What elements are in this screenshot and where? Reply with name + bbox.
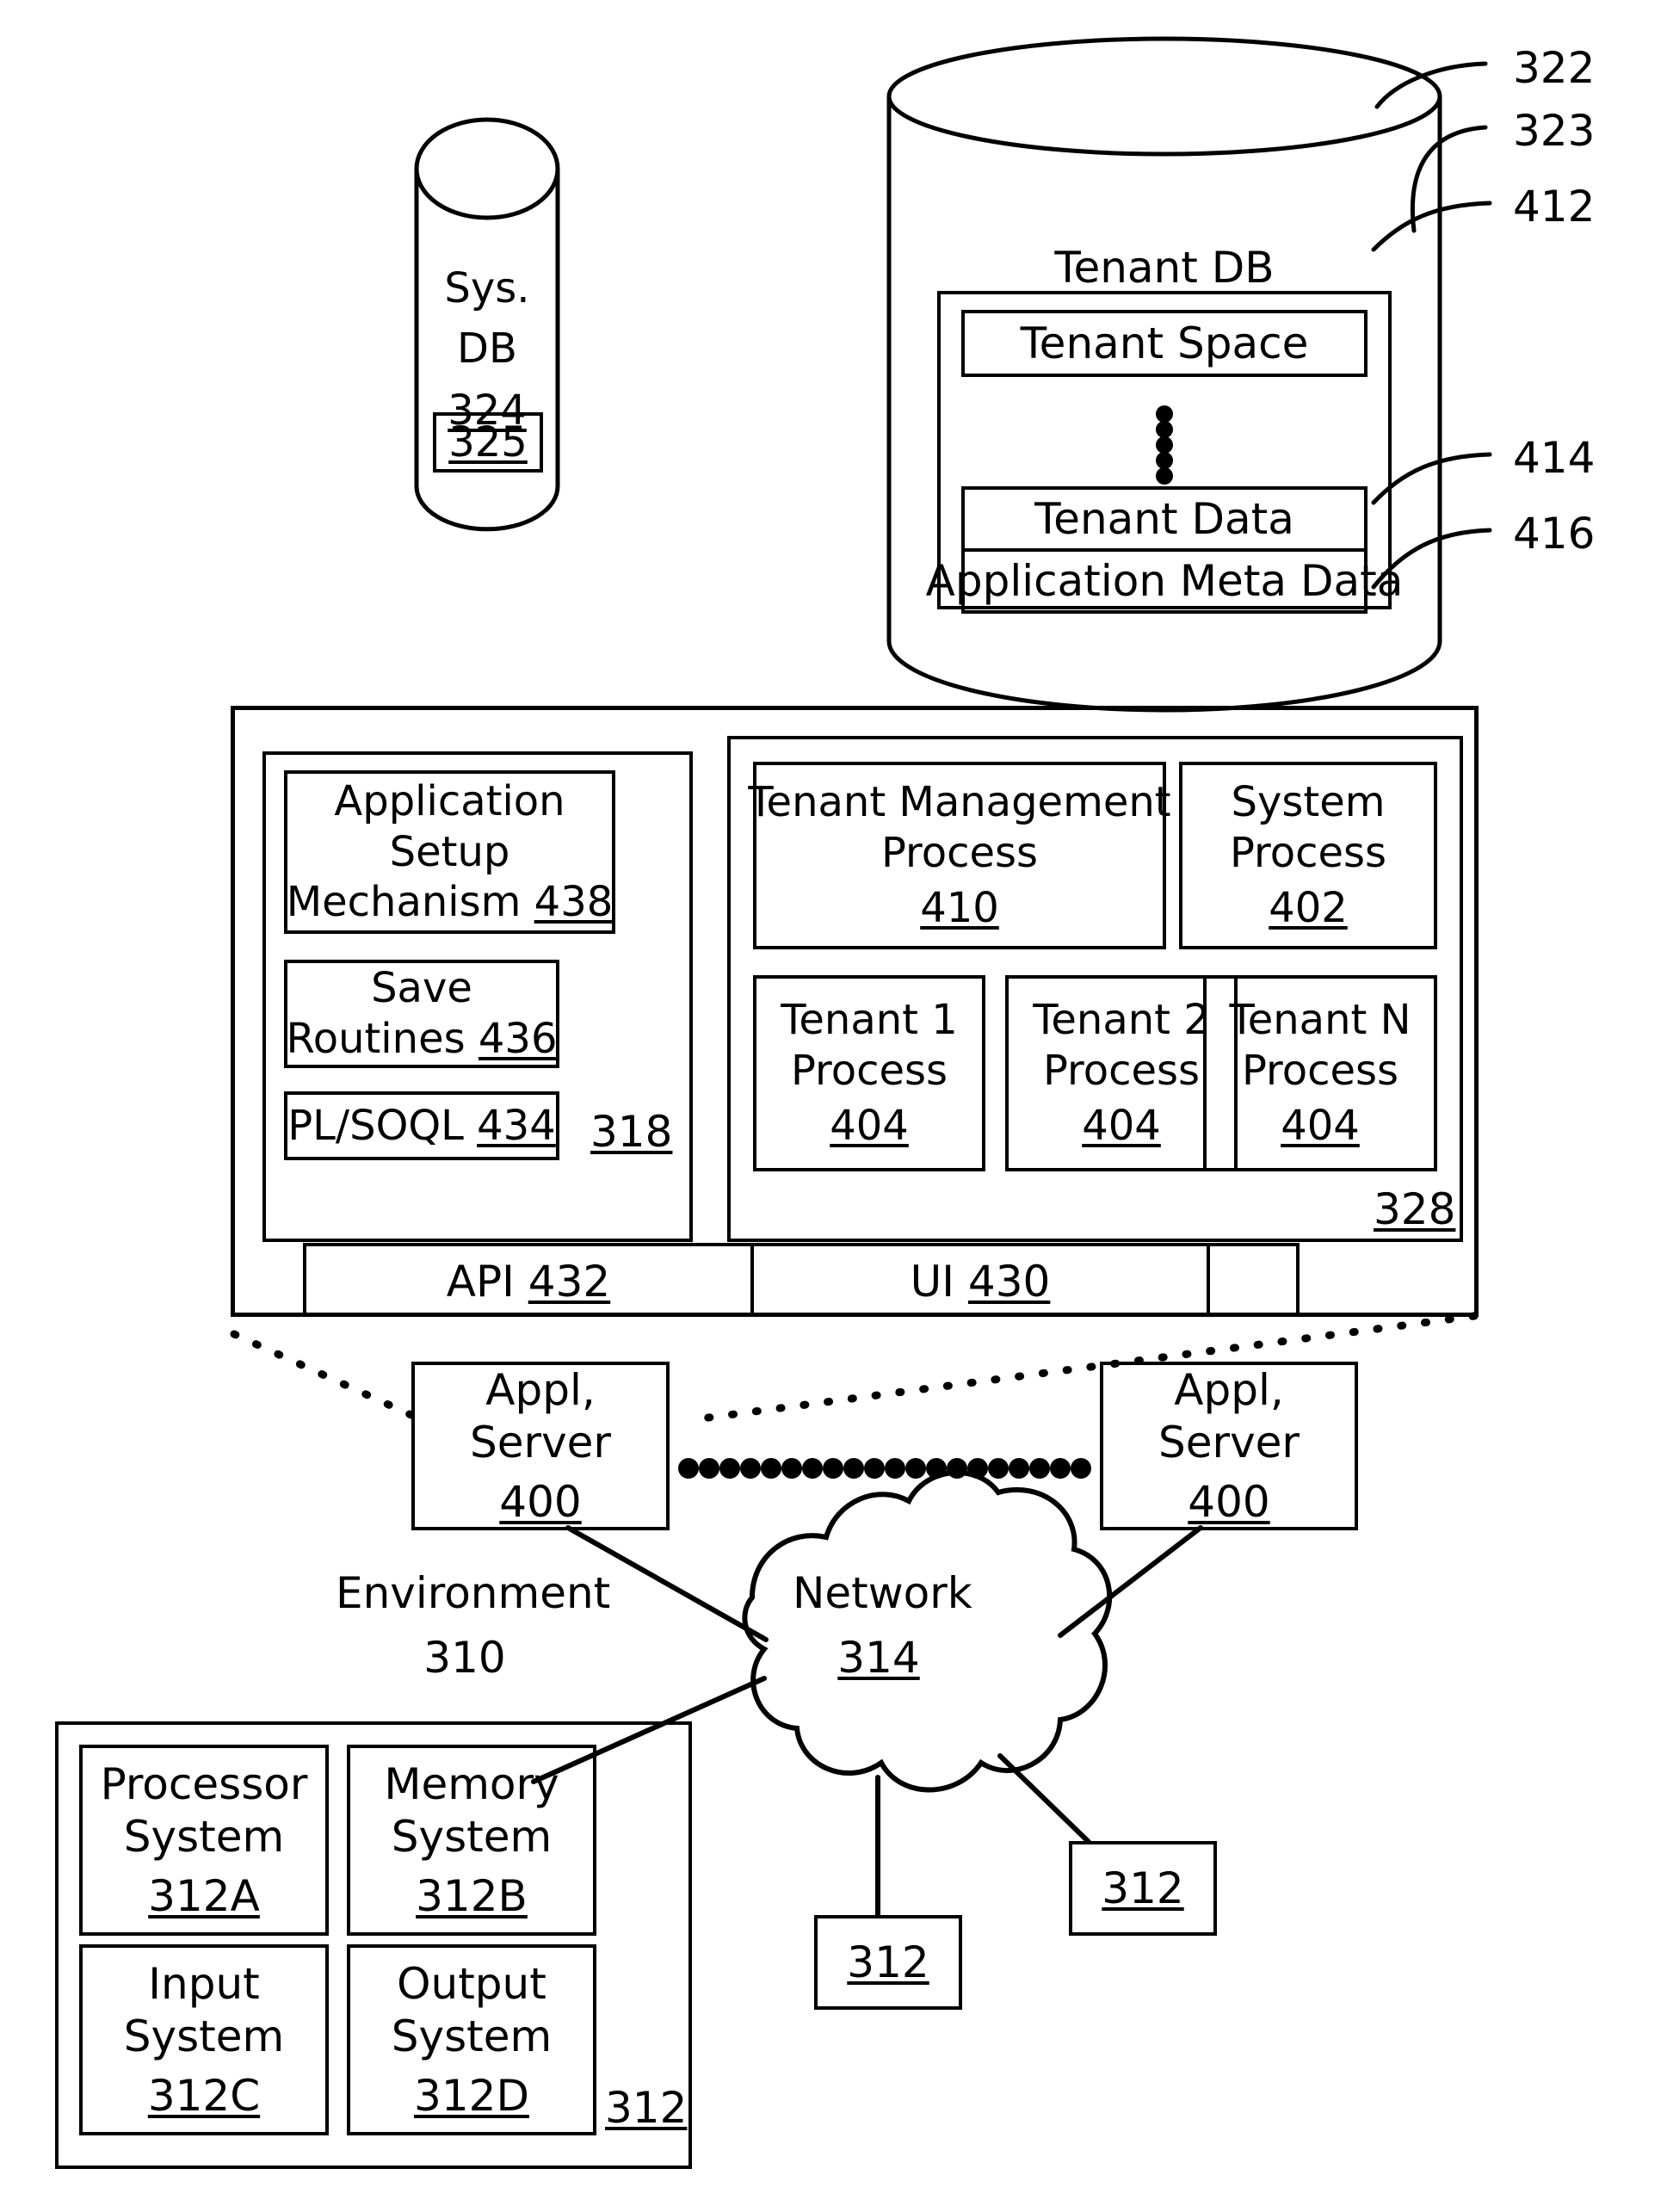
tenant-space-box: Tenant Space (961, 310, 1368, 377)
ui-bar: UI 430 (754, 1243, 1210, 1317)
tenant-1-process-box: Tenant 1 Process 404 (753, 975, 985, 1171)
appl-server-right-ref: 400 (1188, 1476, 1270, 1527)
system-process-line2: Process (1229, 828, 1387, 877)
processor-line1: Processor (100, 1758, 308, 1809)
sys-db-inner-ref: 325 (448, 417, 528, 466)
input-line2: System (123, 2011, 285, 2061)
output-line2: System (391, 2011, 553, 2061)
tenant-n-ref: 404 (1281, 1102, 1360, 1151)
tenant-mgmt-line1: Tenant Management (748, 778, 1171, 827)
remote-bottom-ref: 312 (847, 1937, 929, 1987)
save-routines-line1: Save (371, 964, 472, 1013)
sys-db-label: Sys. DB 324 (417, 263, 558, 436)
system-process-box: System Process 402 (1179, 762, 1437, 949)
environment-label: Environment 310 (336, 1566, 610, 1684)
remote-right-ref: 312 (1102, 1863, 1184, 1913)
ref-414: 414 (1513, 433, 1596, 483)
appl-server-left-ref: 400 (499, 1476, 582, 1527)
api-ref: 432 (528, 1256, 611, 1307)
memory-line1: Memory (384, 1758, 559, 1809)
application-meta-data-box: Application Meta Data (926, 548, 1403, 614)
save-routines-line2: Routines 436 (286, 1015, 558, 1063)
tenant-mgmt-ref: 410 (920, 884, 999, 933)
tenant-mgmt-line2: Process (880, 828, 1039, 877)
appl-server-right-line2: Server (1158, 1417, 1300, 1467)
user-system-remote-right: 312 (1069, 1841, 1217, 1936)
tenant-n-line2: Process (1241, 1046, 1399, 1095)
tenant-2-ref: 404 (1082, 1102, 1161, 1151)
sys-db-line2: DB (457, 324, 517, 373)
save-routines-ref: 436 (478, 1015, 558, 1063)
application-setup-mechanism-box: Application Setup Mechanism 438 (284, 770, 615, 934)
appl-server-right: Appl, Server 400 (1100, 1362, 1358, 1530)
input-ref: 312C (147, 2070, 261, 2121)
ref-412: 412 (1513, 182, 1596, 232)
tenant-n-line1: Tenant N (1229, 996, 1411, 1045)
system-process-line1: System (1231, 778, 1386, 827)
environment-label-text: Environment (336, 1568, 611, 1618)
output-ref: 312D (414, 2070, 529, 2121)
ref-416: 416 (1513, 509, 1596, 559)
app-setup-line3: Mechanism 438 (286, 878, 614, 927)
tenant-2-line2: Process (1042, 1046, 1201, 1095)
input-line1: Input (148, 1958, 260, 2009)
ui-label: UI 430 (910, 1256, 1051, 1307)
api-bar: API 432 (303, 1243, 754, 1317)
appl-server-left-line1: Appl, (485, 1364, 596, 1415)
tenant-2-line1: Tenant 2 (1033, 996, 1210, 1045)
memory-line2: System (391, 1811, 553, 1862)
tenant-1-line1: Tenant 1 (781, 996, 958, 1045)
tenant-1-line2: Process (790, 1046, 948, 1095)
memory-system-box: Memory System 312B (347, 1745, 596, 1936)
memory-ref: 312B (416, 1870, 528, 1921)
ref-328: 328 (1374, 1184, 1456, 1234)
system-process-ref: 402 (1269, 884, 1348, 933)
input-system-box: Input System 312C (79, 1944, 329, 2135)
tenant-management-process-box: Tenant Management Process 410 (748, 762, 1171, 949)
output-system-box: Output System 312D (347, 1944, 596, 2135)
ref-322: 322 (1513, 43, 1596, 93)
pl-soql-line: PL/SOQL 434 (287, 1101, 556, 1150)
app-setup-line1: Application (334, 777, 565, 826)
network-label: Network 314 (793, 1566, 972, 1684)
save-routines-box: Save Routines 436 (284, 960, 559, 1068)
tenant-data-label: Tenant Data (1034, 493, 1294, 544)
pl-soql-ref: 434 (477, 1101, 556, 1150)
ref-312-container: 312 (605, 2083, 688, 2133)
appl-server-left-line2: Server (470, 1417, 611, 1467)
tenant-db-label: Tenant DB (992, 241, 1337, 295)
tenant-db-label-text: Tenant DB (1054, 243, 1275, 293)
pl-soql-box: PL/SOQL 434 (284, 1091, 559, 1160)
patent-figure: Sys. DB 324 325 Tenant DB Tenant Space T… (0, 0, 1667, 2212)
network-label-text: Network (793, 1568, 972, 1618)
tenant-data-box: Tenant Data (961, 486, 1368, 552)
ui-ref: 430 (967, 1256, 1051, 1307)
user-system-remote-bottom: 312 (814, 1915, 962, 2010)
tenant-1-ref: 404 (830, 1102, 909, 1151)
app-setup-line2: Setup (389, 827, 510, 876)
appl-server-left: Appl, Server 400 (411, 1362, 670, 1530)
tenant-n-process-box: Tenant N Process 404 (1203, 975, 1437, 1171)
appl-server-link-beads (678, 1458, 1091, 1479)
application-meta-data-label: Application Meta Data (925, 555, 1404, 606)
network-ref: 314 (837, 1632, 920, 1683)
ref-318: 318 (590, 1107, 673, 1157)
ref-323: 323 (1513, 106, 1596, 156)
api-label: API 432 (446, 1256, 611, 1307)
tenant-space-label: Tenant Space (1020, 318, 1309, 368)
processor-system-box: Processor System 312A (79, 1745, 329, 1936)
output-line1: Output (397, 1958, 546, 2009)
app-setup-ref: 438 (534, 878, 614, 927)
ui-bar-end-segment (1210, 1243, 1300, 1317)
sys-db-inner-box: 325 (433, 412, 543, 473)
appl-server-right-line1: Appl, (1174, 1364, 1284, 1415)
processor-ref: 312A (148, 1870, 260, 1921)
processor-line2: System (123, 1811, 285, 1862)
environment-ref: 310 (423, 1632, 506, 1683)
sys-db-line1: Sys. (444, 264, 530, 312)
